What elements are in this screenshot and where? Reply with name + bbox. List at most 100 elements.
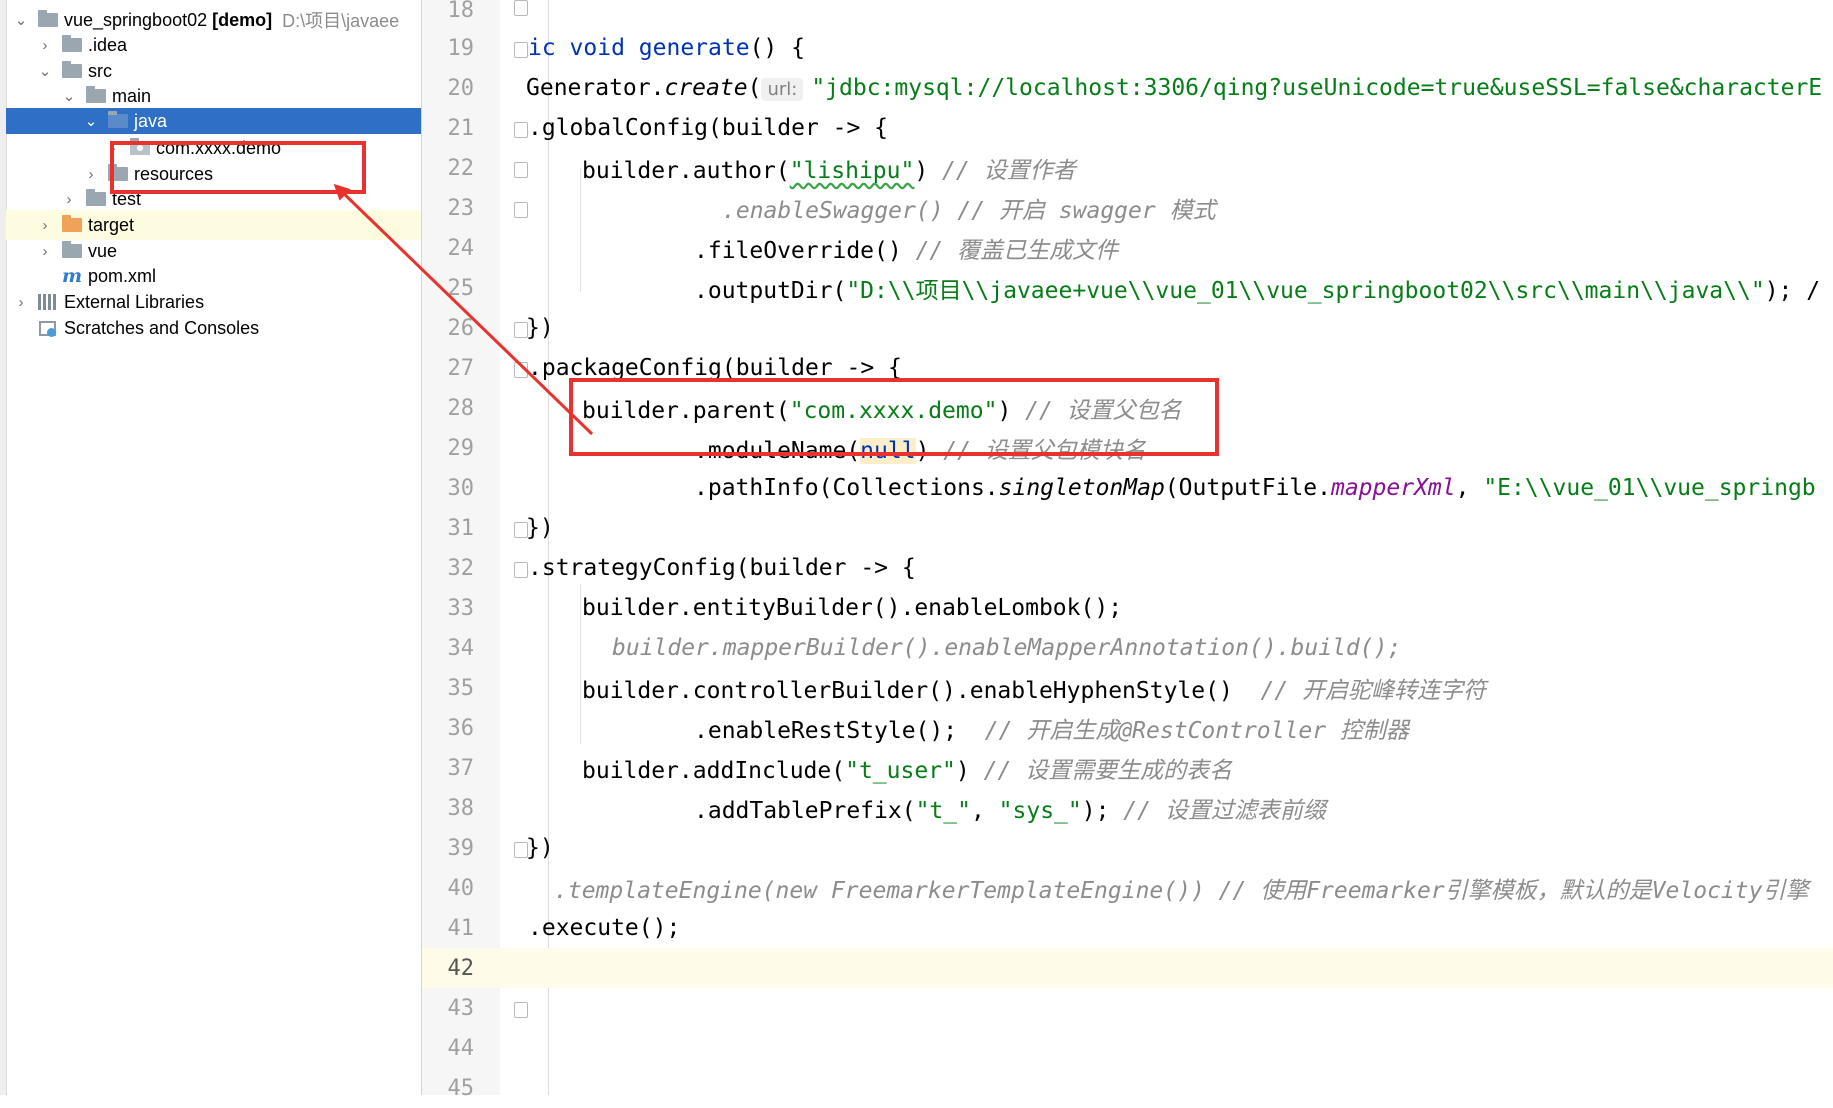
line-number: 27 [447,355,475,381]
code-line[interactable]: 34 builder.mapperBuilder().enableMapperA… [422,628,1833,668]
code-line[interactable]: 43 [422,988,1833,1028]
line-number: 43 [447,995,475,1021]
code-token: mapperXml [1330,475,1456,501]
code-line[interactable]: 35 builder.controllerBuilder().enableHyp… [422,668,1833,708]
code-comment: .templateEngine(new FreemarkerTemplateEn… [554,878,1809,904]
code-line[interactable]: 41 .execute(); [422,908,1833,948]
line-number: 31 [447,515,475,541]
code-token: "jdbc:mysql://localhost:3306/qing?useUni… [811,75,1823,101]
tree-item-main[interactable]: ⌄ main [6,81,421,111]
code-token: ic void [528,35,639,61]
code-token: ); [1081,798,1124,824]
code-token: ( [747,75,762,101]
scratches-icon [38,319,58,337]
chevron-right-icon[interactable]: › [84,166,98,183]
code-token: builder.author( [582,158,790,184]
tree-item-label: External Libraries [64,291,205,312]
folder-icon [62,35,82,52]
line-number: 24 [447,235,475,261]
code-token: .strategyConfig(builder -> { [528,555,916,581]
code-line[interactable]: 25 .outputDir("D:\\项目\\javaee+vue\\vue_0… [422,268,1833,308]
fold-marker-icon[interactable] [514,42,528,58]
parameter-hint: url: [761,78,804,101]
code-line[interactable]: 33 builder.entityBuilder().enableLombok(… [422,588,1833,628]
line-number: 37 [447,755,475,781]
code-token: ); / [1764,278,1821,304]
code-token: singletonMap [998,475,1165,501]
chevron-right-icon[interactable]: › [38,243,52,260]
line-number: 21 [447,115,475,141]
fold-marker-icon[interactable] [514,362,528,378]
fold-marker-icon[interactable] [514,122,528,138]
code-line[interactable]: 40 .templateEngine(new FreemarkerTemplat… [422,868,1833,908]
chevron-right-icon[interactable]: › [38,37,52,54]
code-line[interactable]: 44 [422,1028,1833,1068]
code-token: .enableRestStyle(); [694,718,985,744]
chevron-right-icon[interactable]: › [38,217,52,234]
code-line[interactable]: 19 ic void generate() { [422,28,1833,68]
code-token: "D:\\项目\\javaee+vue\\vue_01\\vue_springb… [846,278,1765,304]
line-number: 45 [447,1075,475,1101]
code-line[interactable]: 38 .addTablePrefix("t_", "sys_"); // 设置过… [422,788,1833,828]
tree-item-java[interactable]: ⌄ java [6,108,421,134]
fold-marker-icon[interactable] [514,162,528,178]
code-line[interactable]: 26 }) [422,308,1833,348]
code-token: , [970,798,999,824]
tree-item-label: java [134,110,168,131]
code-line[interactable]: 20 Generator.create(url: "jdbc:mysql://lo… [422,68,1833,108]
code-token: .execute(); [528,915,681,941]
code-line[interactable]: 21 .globalConfig(builder -> { [422,108,1833,148]
line-number: 26 [447,315,475,341]
code-line[interactable]: 31 }) [422,508,1833,548]
code-token: Generator. [526,75,665,101]
tree-item-label: target [88,214,135,235]
maven-icon: m [62,265,83,287]
code-line[interactable]: 23 .enableSwagger() // 开启 swagger 模式 [422,188,1833,228]
code-comment: // 设置作者 [942,158,1076,184]
code-line[interactable]: 32 .strategyConfig(builder -> { [422,548,1833,588]
code-token: generate [638,35,750,61]
fold-marker-icon[interactable] [514,202,528,218]
chevron-down-icon[interactable]: ⌄ [84,113,98,130]
line-number: 44 [447,1035,475,1061]
code-comment: // 开启驼峰转连字符 [1260,678,1487,704]
tree-item-label: Scratches and Consoles [64,317,260,338]
chevron-right-icon[interactable]: › [14,294,28,311]
code-line[interactable]: 18 [422,0,1833,30]
fold-marker-icon[interactable] [514,562,528,578]
folder-icon [86,86,106,103]
fold-marker-icon[interactable] [514,0,528,16]
code-token: .globalConfig(builder -> { [528,115,889,141]
line-number: 36 [447,715,475,741]
code-line[interactable]: 37 builder.addInclude("t_user") // 设置需要生… [422,748,1833,788]
code-editor[interactable]: 18 19 ic void generate() { 20 Generator.… [422,0,1833,1101]
line-number: 33 [447,595,475,621]
tree-item-label: vue [88,240,118,261]
chevron-down-icon[interactable]: ⌄ [62,88,76,105]
code-token: create [664,75,748,101]
fold-marker-icon[interactable] [514,1002,528,1018]
code-token: "t_user" [845,758,956,784]
code-token: () { [749,35,805,61]
code-line[interactable]: 30 .pathInfo(Collections.singletonMap(Ou… [422,468,1833,508]
code-line-current[interactable]: 42 [422,948,1833,988]
code-line[interactable]: 39 }) [422,828,1833,868]
annotation-box-package [110,141,366,194]
code-line[interactable]: 45 [422,1068,1833,1108]
line-number: 29 [447,435,475,461]
chevron-right-icon[interactable]: › [62,191,76,208]
source-folder-icon [108,111,128,128]
folder-icon [62,61,82,78]
excluded-folder-icon [62,215,82,232]
chevron-down-icon[interactable]: ⌄ [38,63,52,80]
tree-item-scratches[interactable]: Scratches and Consoles [6,313,421,343]
root-module: [demo] [212,9,273,30]
folder-icon [86,189,106,206]
code-token: ) [955,758,984,784]
chevron-down-icon[interactable]: ⌄ [14,12,28,29]
code-token: builder.controllerBuilder().enableHyphen… [582,678,1261,704]
code-line[interactable]: 36 .enableRestStyle(); // 开启生成@RestContr… [422,708,1833,748]
code-line[interactable]: 22 builder.author("lishipu") // 设置作者 [422,148,1833,188]
code-line[interactable]: 24 .fileOverride() // 覆盖已生成文件 [422,228,1833,268]
code-token: }) [526,835,554,861]
